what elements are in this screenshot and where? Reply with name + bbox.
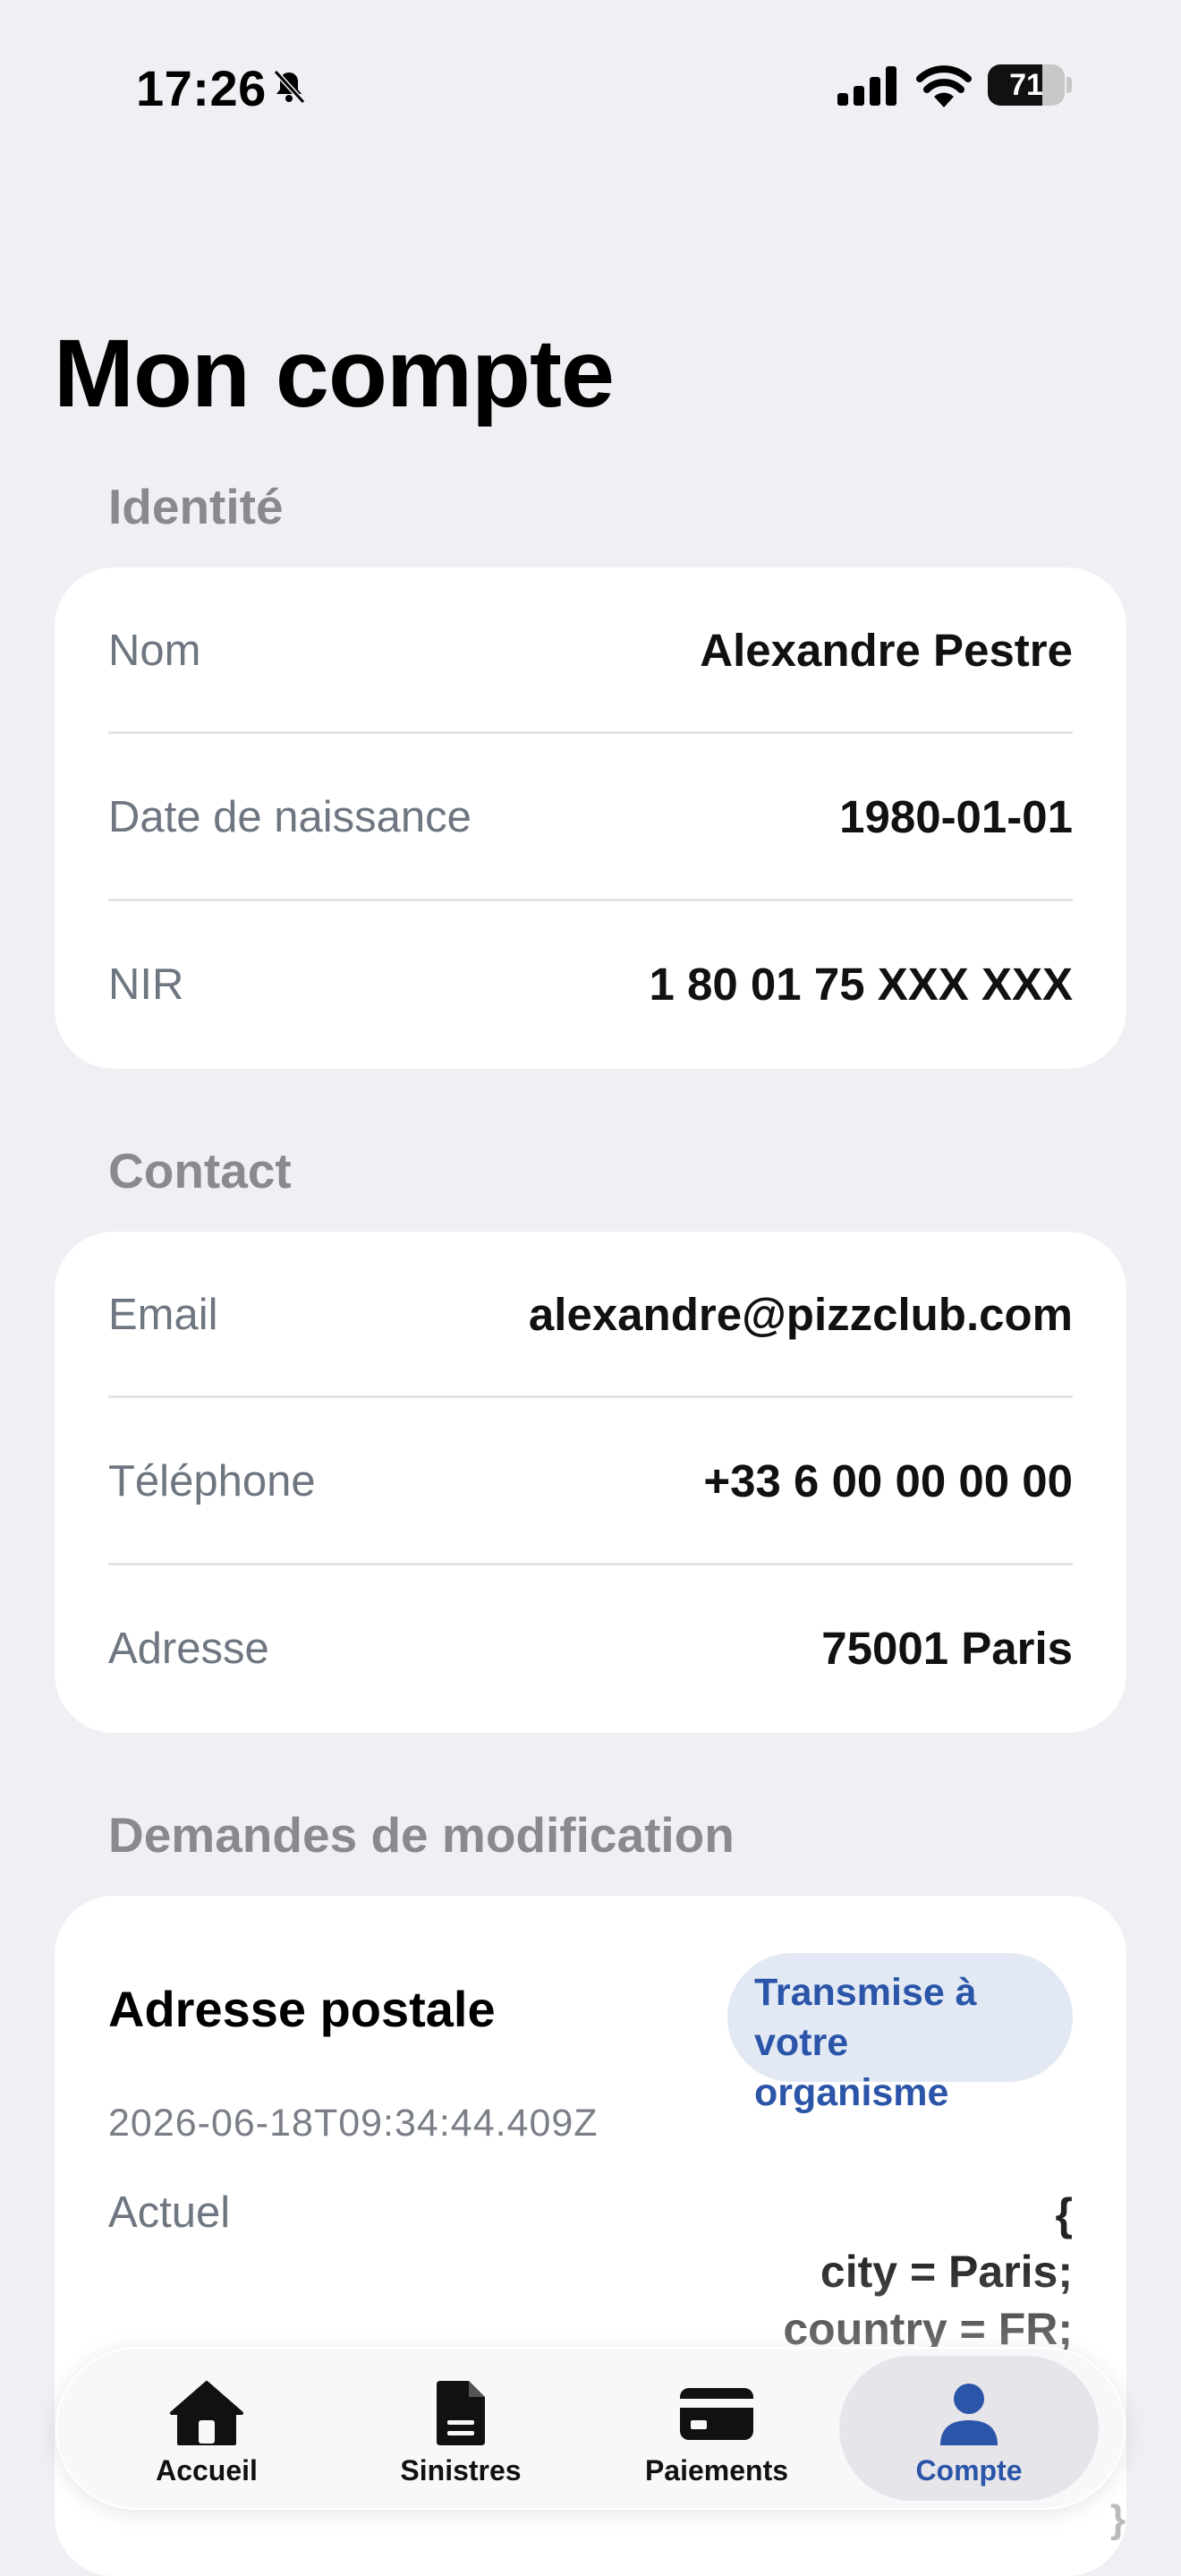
row-label: Téléphone [108,1457,316,1506]
identity-row-birthdate: Date de naissance 1980-01-01 [108,734,1073,900]
tab-label: Compte [915,2454,1023,2486]
contact-row-address: Adresse 75001 Paris [108,1565,1073,1732]
tab-bar: Accueil Sinistres Paiements Compte [55,2347,1126,2510]
row-value: 1 80 01 75 XXX XXX [649,959,1074,1010]
request-title: Adresse postale [108,1981,496,2037]
identity-card: Nom Alexandre Pestre Date de naissance 1… [55,567,1126,1069]
wifi-icon [916,65,972,107]
contact-row-phone: Téléphone +33 6 00 00 00 00 [108,1398,1073,1565]
battery-percentage: 71 [1009,68,1043,102]
row-value: 75001 Paris [821,1623,1073,1674]
credit-card-icon [680,2388,753,2440]
row-value: 1980-01-01 [839,791,1073,842]
page-title: Mon compte [54,319,615,427]
row-label: Adresse [108,1625,269,1673]
tab-label: Paiements [644,2454,789,2486]
cellular-signal-icon [837,66,896,106]
row-label: Nom [108,627,201,675]
tab-paiements[interactable]: Paiements [587,2356,846,2501]
tab-sinistres[interactable]: Sinistres [331,2356,590,2501]
row-label: Date de naissance [108,793,472,841]
request-date: 2026-06-18T09:34:44.409Z [108,2102,599,2145]
contact-row-email: Email alexandre@pizzclub.com [108,1232,1073,1398]
section-header-identity: Identité [108,479,284,534]
row-label: Email [108,1291,218,1339]
identity-row-name: Nom Alexandre Pestre [108,567,1073,734]
contact-card: Email alexandre@pizzclub.com Téléphone +… [55,1232,1126,1733]
home-icon [170,2381,243,2445]
request-current-label: Actuel [108,2188,231,2237]
document-icon [437,2381,485,2445]
status-time: 17:26 [136,60,267,116]
person-icon [940,2384,998,2445]
battery-indicator: 71 [988,64,1074,106]
row-label: NIR [108,960,184,1009]
section-header-requests: Demandes de modification [108,1807,735,1863]
bell-muted-icon [273,69,306,105]
row-value: +33 6 00 00 00 00 [703,1455,1073,1506]
status-bar: 17:26 71 [0,0,1181,170]
row-value: alexandre@pizzclub.com [528,1289,1073,1340]
tab-accueil[interactable]: Accueil [77,2356,336,2501]
tab-label: Accueil [156,2454,258,2486]
row-value: Alexandre Pestre [700,625,1073,676]
tab-label: Sinistres [400,2454,522,2486]
section-header-contact: Contact [108,1143,292,1198]
tab-compte[interactable]: Compte [839,2356,1099,2501]
identity-row-nir: NIR 1 80 01 75 XXX XXX [108,901,1073,1068]
request-closing-brace: } [1109,2497,1126,2541]
status-badge: Transmise à votre organisme [727,1953,1073,2114]
